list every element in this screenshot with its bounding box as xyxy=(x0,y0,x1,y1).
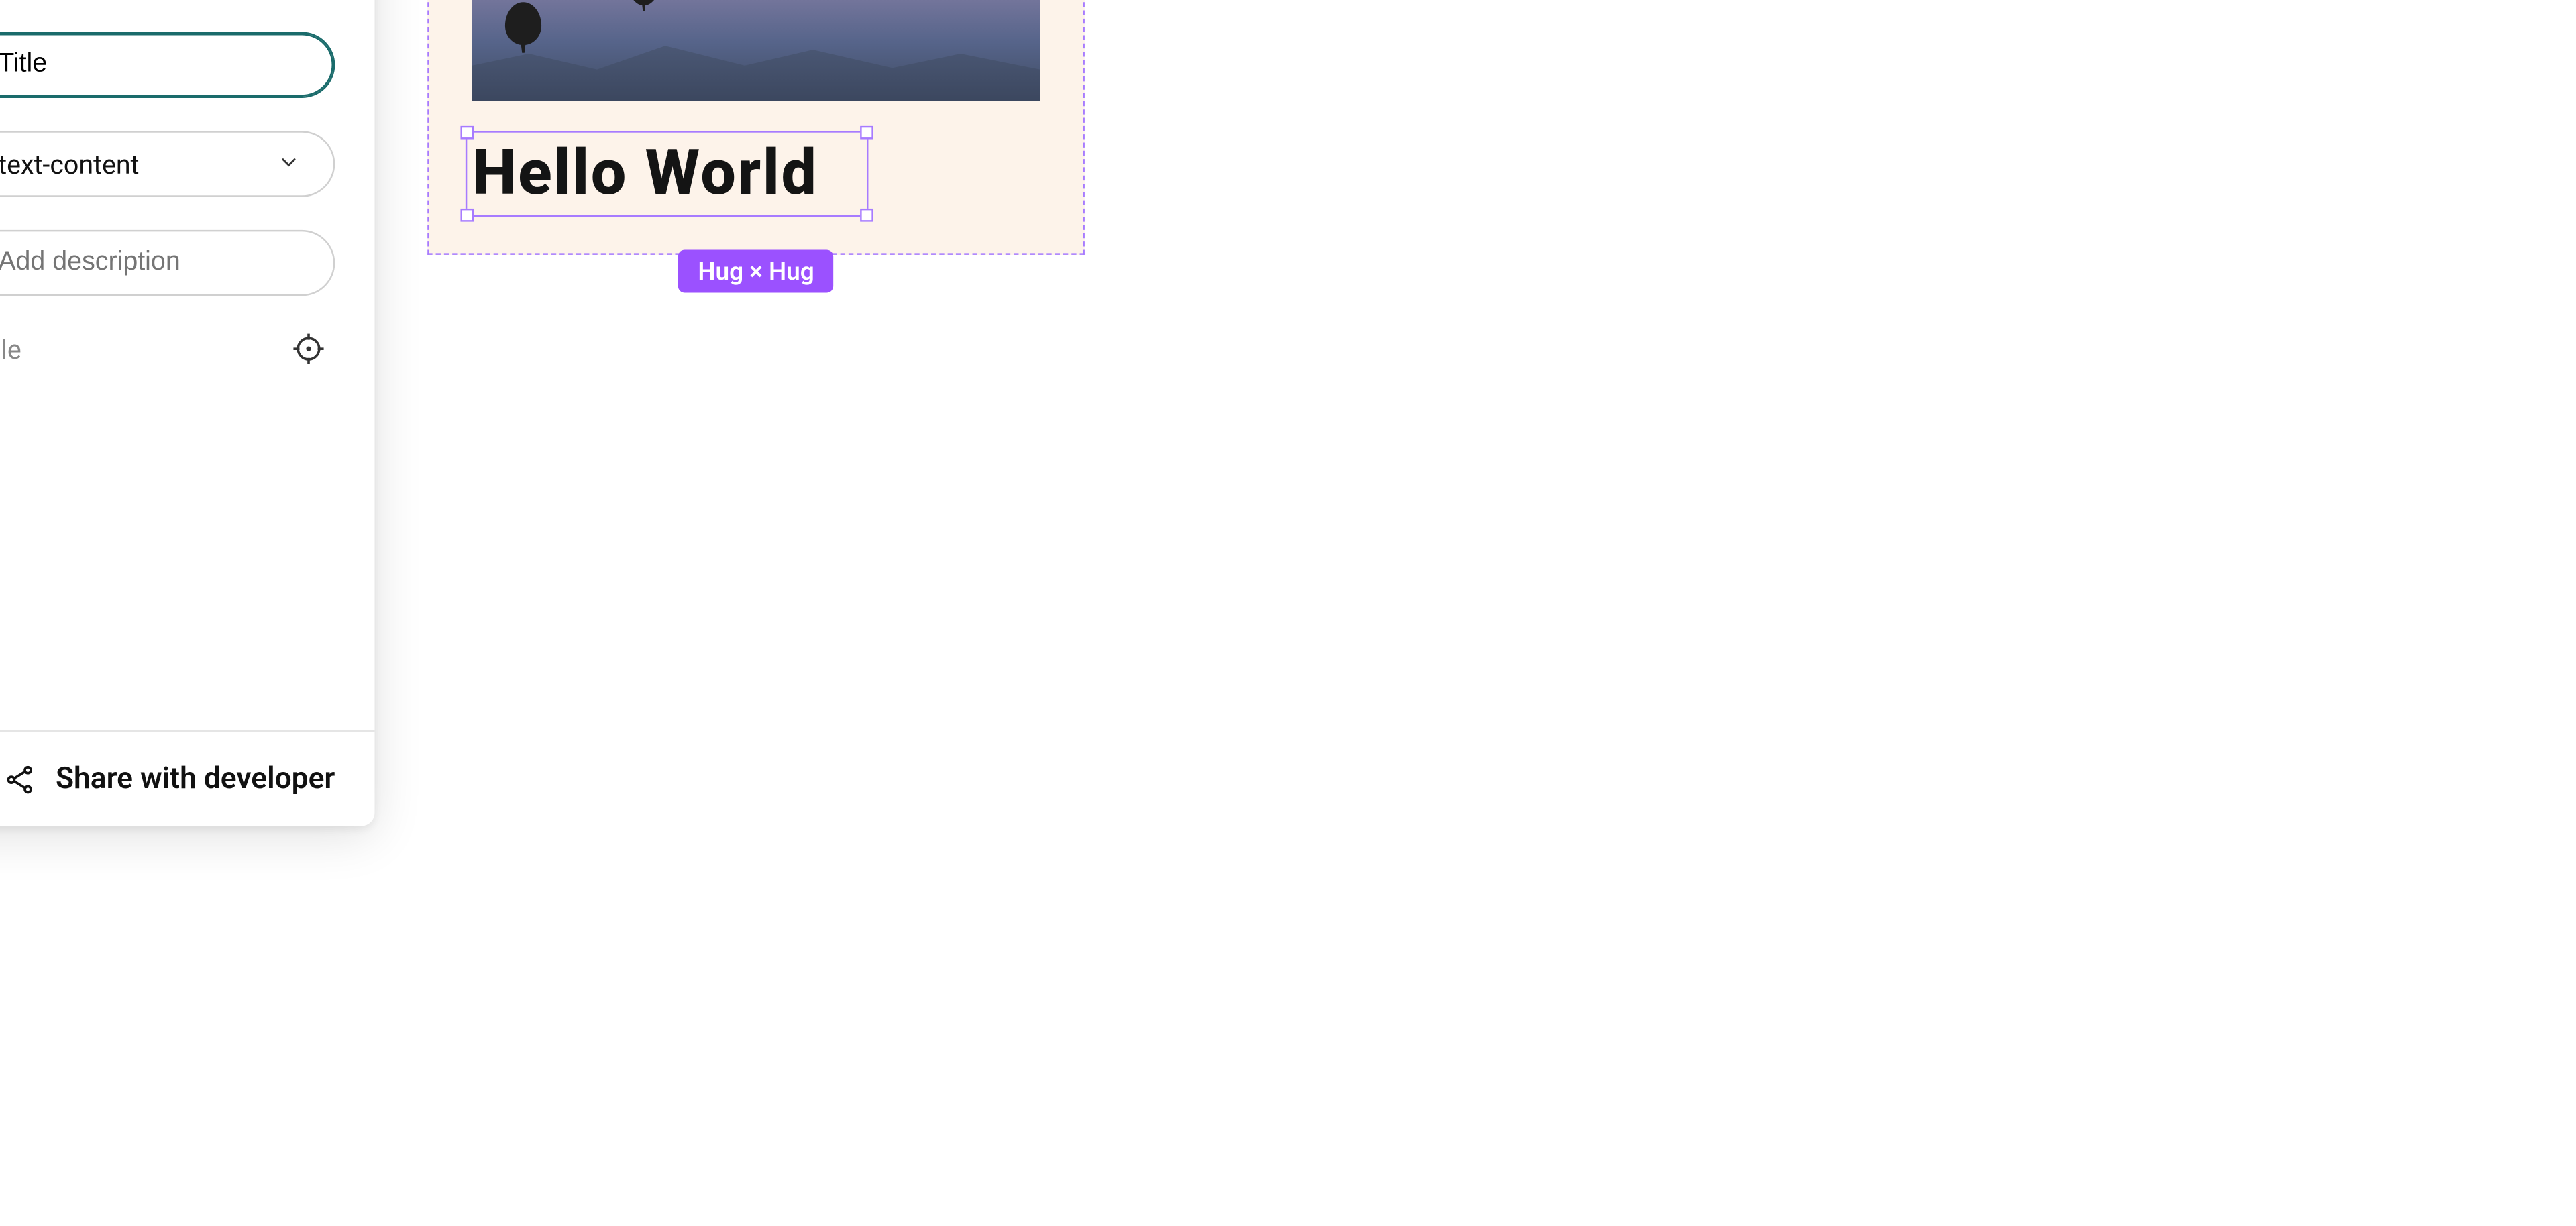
hug-badge: Hug × Hug xyxy=(678,249,835,292)
plugin-footer: No errors Share with developer xyxy=(0,730,374,826)
share-label: Share with developer xyxy=(56,762,335,797)
row-layer: Layer Title xyxy=(0,329,335,369)
card-caption[interactable]: Hello World xyxy=(472,137,818,210)
layer-value: Title xyxy=(0,333,21,365)
locate-layer-button[interactable] xyxy=(288,329,328,369)
selection-handle-sw[interactable] xyxy=(460,209,474,222)
property-select[interactable]: text-content xyxy=(0,131,335,197)
component-frame[interactable]: Hello World Hug × Hug xyxy=(427,0,1085,255)
layer-display: Title xyxy=(0,329,335,369)
card-image xyxy=(472,0,1040,101)
share-button[interactable]: Share with developer xyxy=(3,762,335,797)
description-input[interactable] xyxy=(0,248,301,278)
caption-wrap: Hello World xyxy=(472,137,1040,210)
selection-handle-ne[interactable] xyxy=(860,126,873,140)
figma-canvas: Hello Card Hello World xyxy=(427,0,1085,255)
description-input-wrapper xyxy=(0,230,335,296)
row-description: Description xyxy=(0,230,335,296)
row-name: Name xyxy=(0,32,335,98)
body-row: Summary Parameters T Title Title xyxy=(0,0,374,730)
property-value: text-content xyxy=(0,148,140,180)
chevron-down-icon xyxy=(277,148,300,180)
row-property: Property text-content xyxy=(0,131,335,197)
plugin-window: Relay for Figma Hello World Hello Card S… xyxy=(0,0,374,826)
selection-handle-se[interactable] xyxy=(860,209,873,222)
crosshair-icon xyxy=(290,331,327,367)
name-input[interactable] xyxy=(0,50,301,80)
share-icon xyxy=(3,763,36,795)
name-input-wrapper xyxy=(0,32,335,98)
detail-pane: Title Name Property text-content xyxy=(0,0,374,730)
